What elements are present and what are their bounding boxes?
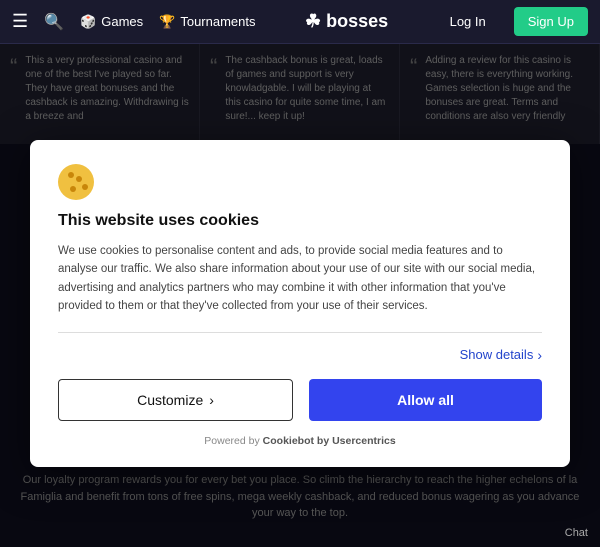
hamburger-icon[interactable]: ☰ [12,11,28,32]
cookie-modal-title: This website uses cookies [58,212,542,230]
games-label: Games [101,14,143,29]
show-details-button[interactable]: Show details › [460,347,542,363]
cookie-modal: This website uses cookies We use cookies… [30,140,570,467]
show-details-row: Show details › [58,347,542,363]
customize-chevron-icon: › [209,392,214,408]
site-logo: ☘ bosses [272,11,422,32]
customize-button[interactable]: Customize › [58,379,293,421]
cookiebot-link[interactable]: Cookiebot by Usercentrics [263,435,396,447]
allow-all-button[interactable]: Allow all [309,379,542,421]
logo-text: bosses [326,11,388,31]
chat-button[interactable]: Chat [565,527,588,539]
signup-button[interactable]: Sign Up [514,7,588,36]
cookie-modal-body: We use cookies to personalise content an… [58,242,542,316]
powered-label: Powered by [204,435,259,447]
chevron-right-icon: › [537,347,542,363]
cookie-logo [58,164,94,200]
cookie-action-buttons: Customize › Allow all [58,379,542,421]
navbar: ☰ 🔍 🎲 Games 🏆 Tournaments ☘ bosses Log I… [0,0,600,44]
cookie-divider [58,332,542,333]
customize-label: Customize [137,392,203,408]
nav-tournaments-link[interactable]: 🏆 Tournaments [159,14,255,30]
trophy-icon: 🏆 [159,14,175,30]
powered-by: Powered by Cookiebot by Usercentrics [58,435,542,447]
tournaments-label: Tournaments [180,14,255,29]
nav-games-link[interactable]: 🎲 Games [80,14,143,30]
logo-icon: ☘ [305,11,321,31]
search-icon[interactable]: 🔍 [44,12,64,32]
games-icon: 🎲 [80,14,96,30]
login-button[interactable]: Log In [438,8,498,35]
show-details-label: Show details [460,347,534,362]
